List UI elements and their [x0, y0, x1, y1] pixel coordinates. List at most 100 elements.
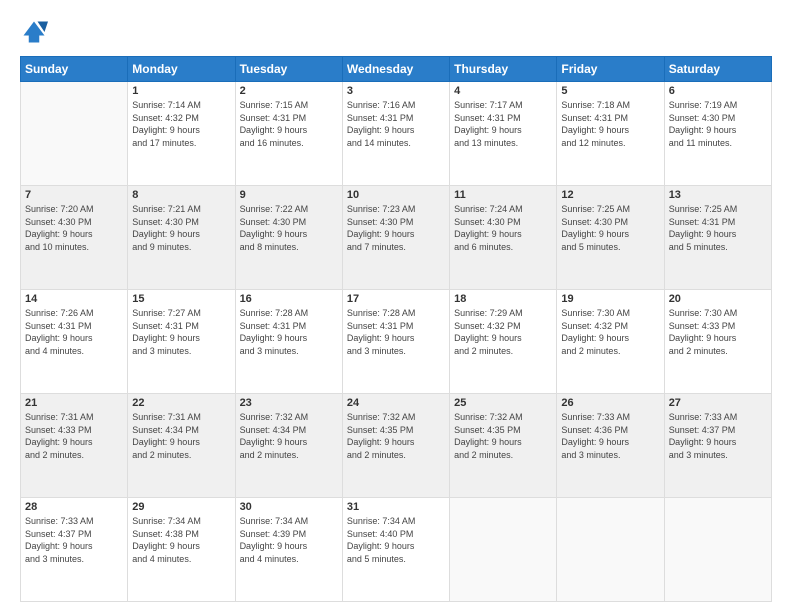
calendar-week-row: 14 Sunrise: 7:26 AMSunset: 4:31 PMDayligh…	[21, 290, 772, 394]
day-info: Sunrise: 7:28 AMSunset: 4:31 PMDaylight:…	[347, 307, 445, 357]
calendar-cell: 20 Sunrise: 7:30 AMSunset: 4:33 PMDayligh…	[664, 290, 771, 394]
weekday-header-saturday: Saturday	[664, 57, 771, 82]
calendar-week-row: 1 Sunrise: 7:14 AMSunset: 4:32 PMDaylight…	[21, 82, 772, 186]
day-number: 13	[669, 189, 767, 201]
day-number: 4	[454, 85, 552, 97]
day-info: Sunrise: 7:34 AMSunset: 4:40 PMDaylight:…	[347, 515, 445, 565]
calendar-cell: 13 Sunrise: 7:25 AMSunset: 4:31 PMDayligh…	[664, 186, 771, 290]
day-info: Sunrise: 7:19 AMSunset: 4:30 PMDaylight:…	[669, 99, 767, 149]
weekday-header-friday: Friday	[557, 57, 664, 82]
calendar-cell: 2 Sunrise: 7:15 AMSunset: 4:31 PMDaylight…	[235, 82, 342, 186]
day-number: 2	[240, 85, 338, 97]
calendar-cell: 18 Sunrise: 7:29 AMSunset: 4:32 PMDayligh…	[450, 290, 557, 394]
calendar-table: SundayMondayTuesdayWednesdayThursdayFrid…	[20, 56, 772, 602]
day-info: Sunrise: 7:28 AMSunset: 4:31 PMDaylight:…	[240, 307, 338, 357]
day-number: 31	[347, 501, 445, 513]
calendar-cell: 17 Sunrise: 7:28 AMSunset: 4:31 PMDayligh…	[342, 290, 449, 394]
day-info: Sunrise: 7:25 AMSunset: 4:30 PMDaylight:…	[561, 203, 659, 253]
day-number: 14	[25, 293, 123, 305]
day-number: 7	[25, 189, 123, 201]
day-number: 6	[669, 85, 767, 97]
day-info: Sunrise: 7:30 AMSunset: 4:32 PMDaylight:…	[561, 307, 659, 357]
calendar-cell: 26 Sunrise: 7:33 AMSunset: 4:36 PMDayligh…	[557, 394, 664, 498]
calendar-cell: 16 Sunrise: 7:28 AMSunset: 4:31 PMDayligh…	[235, 290, 342, 394]
weekday-header-monday: Monday	[128, 57, 235, 82]
day-number: 18	[454, 293, 552, 305]
day-info: Sunrise: 7:26 AMSunset: 4:31 PMDaylight:…	[25, 307, 123, 357]
day-info: Sunrise: 7:27 AMSunset: 4:31 PMDaylight:…	[132, 307, 230, 357]
calendar-week-row: 21 Sunrise: 7:31 AMSunset: 4:33 PMDayligh…	[21, 394, 772, 498]
day-number: 9	[240, 189, 338, 201]
logo	[20, 18, 52, 46]
day-info: Sunrise: 7:32 AMSunset: 4:35 PMDaylight:…	[347, 411, 445, 461]
day-info: Sunrise: 7:31 AMSunset: 4:33 PMDaylight:…	[25, 411, 123, 461]
day-info: Sunrise: 7:31 AMSunset: 4:34 PMDaylight:…	[132, 411, 230, 461]
calendar-cell: 14 Sunrise: 7:26 AMSunset: 4:31 PMDayligh…	[21, 290, 128, 394]
calendar-week-row: 7Sunrise: 7:20 AMSunset: 4:30 PMDaylight…	[21, 186, 772, 290]
day-info: Sunrise: 7:33 AMSunset: 4:37 PMDaylight:…	[669, 411, 767, 461]
page: SundayMondayTuesdayWednesdayThursdayFrid…	[0, 0, 792, 612]
calendar-cell: 8Sunrise: 7:21 AMSunset: 4:30 PMDaylight…	[128, 186, 235, 290]
day-number: 20	[669, 293, 767, 305]
day-number: 11	[454, 189, 552, 201]
day-info: Sunrise: 7:22 AMSunset: 4:30 PMDaylight:…	[240, 203, 338, 253]
day-info: Sunrise: 7:25 AMSunset: 4:31 PMDaylight:…	[669, 203, 767, 253]
calendar-cell: 4 Sunrise: 7:17 AMSunset: 4:31 PMDaylight…	[450, 82, 557, 186]
calendar-cell: 15 Sunrise: 7:27 AMSunset: 4:31 PMDayligh…	[128, 290, 235, 394]
calendar-cell: 25 Sunrise: 7:32 AMSunset: 4:35 PMDayligh…	[450, 394, 557, 498]
calendar-cell: 5Sunrise: 7:18 AMSunset: 4:31 PMDaylight…	[557, 82, 664, 186]
calendar-cell: 21 Sunrise: 7:31 AMSunset: 4:33 PMDayligh…	[21, 394, 128, 498]
day-info: Sunrise: 7:32 AMSunset: 4:35 PMDaylight:…	[454, 411, 552, 461]
day-number: 21	[25, 397, 123, 409]
calendar-cell	[21, 82, 128, 186]
calendar-cell: 27 Sunrise: 7:33 AMSunset: 4:37 PMDayligh…	[664, 394, 771, 498]
calendar-cell: 30 Sunrise: 7:34 AMSunset: 4:39 PMDayligh…	[235, 498, 342, 602]
calendar-cell: 29Sunrise: 7:34 AMSunset: 4:38 PMDayligh…	[128, 498, 235, 602]
day-number: 29	[132, 501, 230, 513]
weekday-header-tuesday: Tuesday	[235, 57, 342, 82]
day-number: 26	[561, 397, 659, 409]
day-number: 15	[132, 293, 230, 305]
day-number: 27	[669, 397, 767, 409]
calendar-cell: 1 Sunrise: 7:14 AMSunset: 4:32 PMDaylight…	[128, 82, 235, 186]
weekday-header-wednesday: Wednesday	[342, 57, 449, 82]
calendar-cell	[664, 498, 771, 602]
header	[20, 18, 772, 46]
day-info: Sunrise: 7:32 AMSunset: 4:34 PMDaylight:…	[240, 411, 338, 461]
day-info: Sunrise: 7:17 AMSunset: 4:31 PMDaylight:…	[454, 99, 552, 149]
day-info: Sunrise: 7:33 AMSunset: 4:36 PMDaylight:…	[561, 411, 659, 461]
day-number: 24	[347, 397, 445, 409]
day-number: 16	[240, 293, 338, 305]
calendar-cell: 31 Sunrise: 7:34 AMSunset: 4:40 PMDayligh…	[342, 498, 449, 602]
calendar-cell: 7Sunrise: 7:20 AMSunset: 4:30 PMDaylight…	[21, 186, 128, 290]
calendar-cell: 19 Sunrise: 7:30 AMSunset: 4:32 PMDayligh…	[557, 290, 664, 394]
day-number: 5	[561, 85, 659, 97]
day-number: 3	[347, 85, 445, 97]
day-number: 22	[132, 397, 230, 409]
logo-icon	[20, 18, 48, 46]
day-number: 1	[132, 85, 230, 97]
calendar-cell: 3Sunrise: 7:16 AMSunset: 4:31 PMDaylight…	[342, 82, 449, 186]
day-number: 19	[561, 293, 659, 305]
calendar-cell: 12Sunrise: 7:25 AMSunset: 4:30 PMDayligh…	[557, 186, 664, 290]
day-info: Sunrise: 7:30 AMSunset: 4:33 PMDaylight:…	[669, 307, 767, 357]
weekday-header-sunday: Sunday	[21, 57, 128, 82]
day-info: Sunrise: 7:15 AMSunset: 4:31 PMDaylight:…	[240, 99, 338, 149]
day-number: 17	[347, 293, 445, 305]
day-number: 28	[25, 501, 123, 513]
calendar-cell: 6 Sunrise: 7:19 AMSunset: 4:30 PMDaylight…	[664, 82, 771, 186]
day-number: 30	[240, 501, 338, 513]
calendar-cell: 22 Sunrise: 7:31 AMSunset: 4:34 PMDayligh…	[128, 394, 235, 498]
calendar-cell: 28Sunrise: 7:33 AMSunset: 4:37 PMDayligh…	[21, 498, 128, 602]
weekday-header-row: SundayMondayTuesdayWednesdayThursdayFrid…	[21, 57, 772, 82]
calendar-cell: 23Sunrise: 7:32 AMSunset: 4:34 PMDayligh…	[235, 394, 342, 498]
calendar-cell: 10Sunrise: 7:23 AMSunset: 4:30 PMDayligh…	[342, 186, 449, 290]
day-info: Sunrise: 7:24 AMSunset: 4:30 PMDaylight:…	[454, 203, 552, 253]
day-info: Sunrise: 7:29 AMSunset: 4:32 PMDaylight:…	[454, 307, 552, 357]
calendar-week-row: 28Sunrise: 7:33 AMSunset: 4:37 PMDayligh…	[21, 498, 772, 602]
day-number: 25	[454, 397, 552, 409]
day-info: Sunrise: 7:14 AMSunset: 4:32 PMDaylight:…	[132, 99, 230, 149]
calendar-cell: 11 Sunrise: 7:24 AMSunset: 4:30 PMDayligh…	[450, 186, 557, 290]
day-info: Sunrise: 7:34 AMSunset: 4:39 PMDaylight:…	[240, 515, 338, 565]
calendar-cell	[557, 498, 664, 602]
